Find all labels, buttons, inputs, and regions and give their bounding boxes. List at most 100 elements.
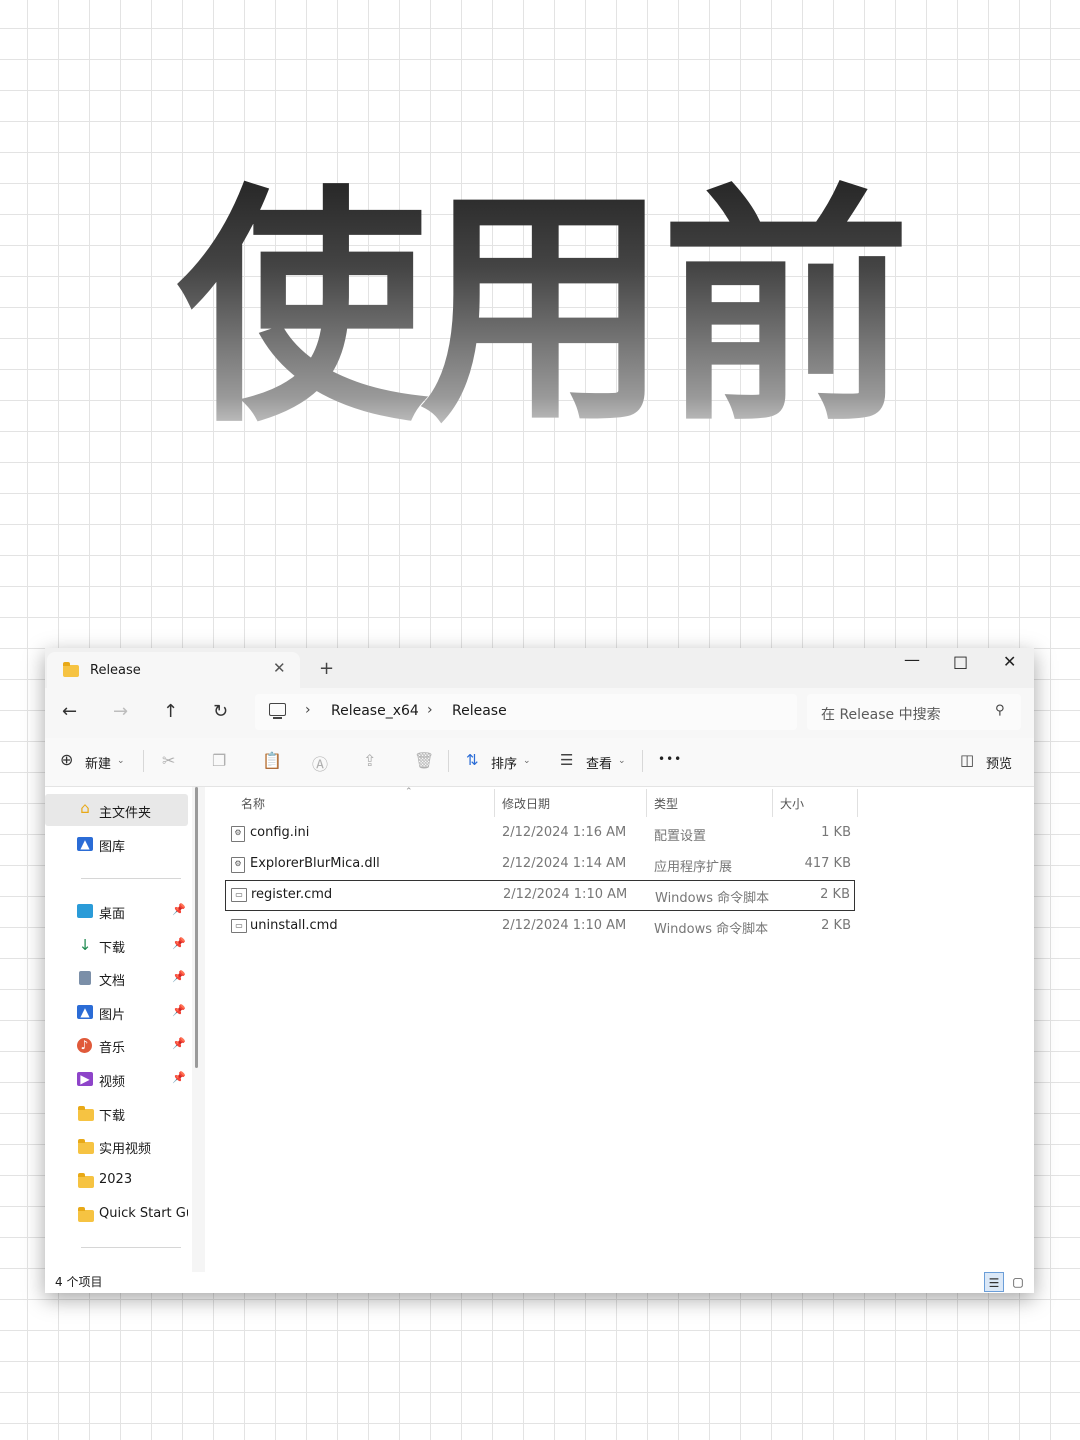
pin-icon: 📌 [172,937,186,950]
column-divider[interactable] [646,789,647,817]
column-header-size[interactable]: 大小 [780,795,804,812]
dll-file-icon: ⚙ [231,857,245,873]
script-file-icon: ▭ [231,888,247,902]
file-name: config.ini [250,825,310,840]
column-divider[interactable] [772,789,773,817]
address-bar-row: ← → ↑ ↻ › Release_x64 › Release 在 Releas… [45,688,1034,738]
more-options-button[interactable]: ••• [658,752,682,766]
sort-icon: ⇅ [466,751,479,769]
sidebar-item-label: 图片 [99,1008,126,1023]
sort-up-icon: ⌃ [405,787,413,797]
folder-icon [78,1139,94,1154]
new-tab-icon[interactable]: + [319,658,334,679]
sidebar-item-documents[interactable]: 文档 📌 [45,962,188,994]
sidebar-scrollbar[interactable] [195,787,198,1068]
sidebar-item-downloads[interactable]: ↓ 下载 📌 [45,929,188,961]
file-row[interactable]: ⚙ ExplorerBlurMica.dll 2/12/2024 1:14 AM… [225,849,855,880]
pin-icon: 📌 [172,970,186,983]
search-input[interactable]: 在 Release 中搜索 ⚲ [807,694,1021,730]
sidebar-divider [81,878,181,879]
tab-release[interactable]: Release ✕ [47,652,300,688]
file-row[interactable]: ▭ register.cmd 2/12/2024 1:10 AM Windows… [225,880,855,911]
file-type: 应用程序扩展 [654,860,733,875]
column-header-name[interactable]: 名称 [241,795,265,812]
preview-button[interactable]: 预览 [986,753,1012,772]
delete-icon[interactable]: 🗑 [414,751,434,770]
sidebar-item-videos[interactable]: ▶ 视频 📌 [45,1063,188,1095]
column-divider[interactable] [857,789,858,817]
sidebar-item-useful-videos[interactable]: 实用视频 [45,1130,188,1162]
file-row[interactable]: ▭ uninstall.cmd 2/12/2024 1:10 AM Window… [225,911,855,942]
this-pc-icon [269,703,286,719]
rename-icon[interactable]: Ⓐ [312,751,328,775]
file-name: register.cmd [251,887,333,902]
sidebar-item-label: 2023 [99,1172,133,1187]
file-name: ExplorerBlurMica.dll [250,856,380,871]
file-size: 2 KB [821,918,851,933]
file-type: Windows 命令脚本 [654,922,769,937]
sidebar-item-label: 下载 [99,941,126,956]
folder-icon [78,1207,94,1222]
view-button[interactable]: 查看 [586,753,612,772]
search-icon: ⚲ [995,703,1005,718]
chevron-down-icon: ⌄ [117,756,125,766]
forward-icon[interactable]: → [113,701,128,722]
up-icon[interactable]: ↑ [163,701,178,722]
video-icon: ▶ [77,1072,93,1086]
minimize-button[interactable]: — [904,650,920,669]
sidebar-item-label: 实用视频 [99,1142,152,1157]
sidebar-item-label: 桌面 [99,907,126,922]
toolbar-divider [143,750,144,772]
file-row[interactable]: ⚙ config.ini 2/12/2024 1:16 AM 配置设置 1 KB [225,818,855,849]
copy-icon[interactable]: ❐ [212,751,226,770]
sidebar-item-label: 文档 [99,974,126,989]
breadcrumb-release[interactable]: Release [452,703,507,719]
details-view-icon[interactable]: ☰ [984,1272,1004,1292]
headline: 使用前 [0,165,1080,455]
preview-pane-icon: ◫ [960,751,975,769]
file-date: 2/12/2024 1:10 AM [503,887,628,902]
sidebar-item-desktop[interactable]: 桌面 📌 [45,895,188,927]
paste-icon[interactable]: 📋 [262,751,282,770]
home-icon: ⌂ [80,799,90,817]
file-size: 1 KB [821,825,851,840]
column-header-type[interactable]: 类型 [654,795,678,812]
sidebar-scrollbar-track [192,787,205,1272]
column-header-date[interactable]: 修改日期 [502,795,550,812]
pin-icon: 📌 [172,903,186,916]
sidebar-item-music[interactable]: ♪ 音乐 📌 [45,1029,188,1061]
sidebar-item-label: 视频 [99,1075,126,1090]
maximize-button[interactable]: □ [953,652,968,671]
document-icon [79,971,91,985]
sidebar-item-2023[interactable]: 2023 [45,1164,188,1196]
column-divider[interactable] [494,789,495,817]
new-button[interactable]: 新建 [85,753,111,772]
tiles-view-icon[interactable]: ▢ [1008,1272,1028,1292]
sidebar-item-pictures[interactable]: ▲ 图片 📌 [45,996,188,1028]
item-count: 4 个项目 [55,1275,103,1289]
cut-icon[interactable]: ✂ [162,751,175,770]
chevron-down-icon: ⌄ [523,756,531,766]
address-bar[interactable]: › Release_x64 › Release [255,694,797,730]
status-bar: 4 个项目 ☰ ▢ [45,1272,1034,1293]
download-icon: ↓ [78,936,92,954]
close-button[interactable]: ✕ [1003,652,1016,671]
view-icon: ☰ [560,751,574,769]
new-icon: ⊕ [60,750,74,769]
sidebar-item-quick-start[interactable]: Quick Start Gui [45,1198,188,1230]
sort-button[interactable]: 排序 [491,753,517,772]
toolbar-divider [642,750,643,772]
sidebar-item-gallery[interactable]: ▲ 图库 [45,828,188,860]
sidebar-item-home[interactable]: ⌂ 主文件夹 [45,794,188,826]
file-type: 配置设置 [654,829,707,844]
tab-close-icon[interactable]: ✕ [273,659,286,677]
sidebar-divider [81,1247,181,1248]
script-file-icon: ▭ [231,919,247,933]
pictures-icon: ▲ [77,1005,93,1019]
refresh-icon[interactable]: ↻ [213,701,228,722]
back-icon[interactable]: ← [62,701,77,722]
breadcrumb-release-x64[interactable]: Release_x64 [331,703,419,719]
share-icon[interactable]: ⇪ [363,751,376,770]
sidebar-item-download-folder[interactable]: 下载 [45,1097,188,1129]
file-size: 2 KB [820,887,850,902]
